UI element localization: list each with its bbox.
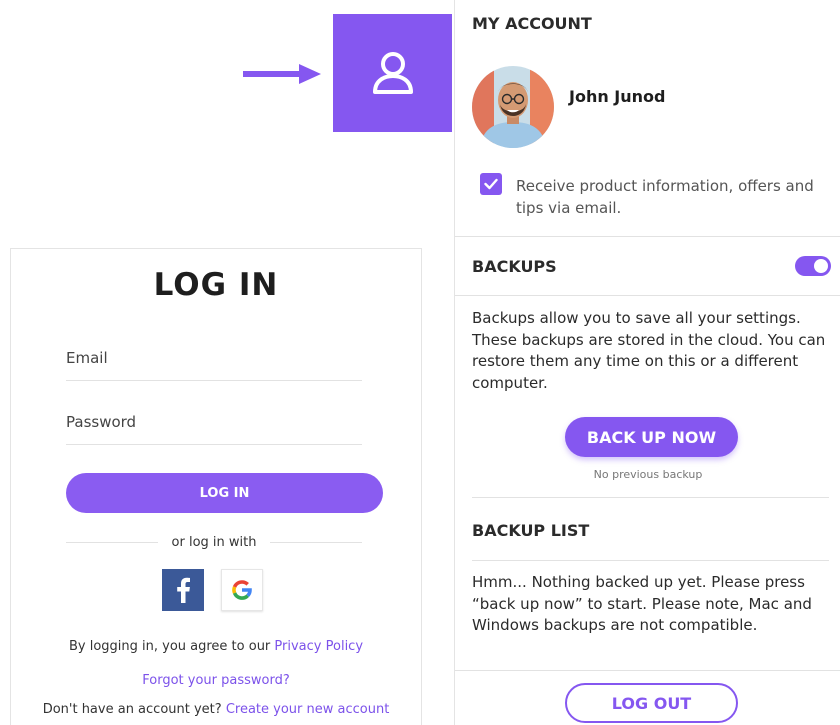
divider-line — [270, 541, 363, 543]
log-out-button[interactable]: LOG OUT — [565, 683, 738, 723]
email-label: Email — [66, 349, 108, 367]
facebook-login-button[interactable] — [162, 569, 204, 611]
my-account-title: MY ACCOUNT — [472, 14, 592, 33]
forgot-password-link[interactable]: Forgot your password? — [142, 673, 290, 688]
signup-prefix: Don't have an account yet? — [42, 702, 222, 717]
forgot-password-row: Forgot your password? — [11, 673, 421, 688]
login-button[interactable]: LOG IN — [66, 473, 383, 513]
newsletter-label: Receive product information, offers and … — [516, 177, 814, 217]
user-icon — [372, 52, 413, 94]
divider — [472, 497, 829, 498]
privacy-policy-link[interactable]: Privacy Policy — [274, 639, 363, 654]
newsletter-checkbox[interactable] — [480, 173, 502, 195]
login-card: LOG IN Email Password LOG IN or log in w… — [10, 248, 422, 725]
or-text: or log in with — [171, 534, 257, 550]
checkmark-icon — [484, 178, 498, 190]
divider — [455, 295, 840, 296]
password-field[interactable]: Password — [66, 405, 362, 445]
account-button[interactable] — [333, 14, 452, 132]
arrow-right-icon — [243, 64, 321, 84]
backup-list-empty-message: Hmm... Nothing backed up yet. Please pre… — [472, 573, 812, 634]
backups-description: Backups allow you to save all your setti… — [472, 309, 826, 392]
email-field[interactable]: Email — [66, 341, 362, 381]
legal-prefix: By logging in, you agree to our — [68, 639, 271, 654]
divider — [455, 670, 840, 671]
login-title: LOG IN — [153, 267, 279, 303]
divider-line — [66, 541, 158, 543]
backups-toggle[interactable] — [795, 256, 831, 276]
google-login-button[interactable] — [221, 569, 263, 611]
password-label: Password — [66, 413, 137, 431]
or-divider: or log in with — [66, 533, 363, 551]
backup-status: No previous backup — [593, 468, 703, 481]
backup-list-title: BACKUP LIST — [472, 521, 590, 540]
facebook-logo-icon — [177, 577, 190, 603]
create-account-link[interactable]: Create your new account — [226, 702, 389, 717]
avatar — [472, 66, 554, 148]
divider — [472, 560, 829, 561]
user-name: John Junod — [569, 87, 666, 106]
backups-title: BACKUPS — [472, 257, 557, 276]
divider — [455, 236, 840, 237]
legal-text: By logging in, you agree to our Privacy … — [11, 639, 421, 654]
account-panel: MY ACCOUNT John Junod Receive product in… — [454, 0, 840, 725]
back-up-now-button[interactable]: BACK UP NOW — [565, 417, 738, 457]
google-logo-icon — [232, 580, 252, 600]
toggle-knob — [814, 259, 828, 273]
signup-row: Don't have an account yet? Create your n… — [11, 702, 421, 717]
